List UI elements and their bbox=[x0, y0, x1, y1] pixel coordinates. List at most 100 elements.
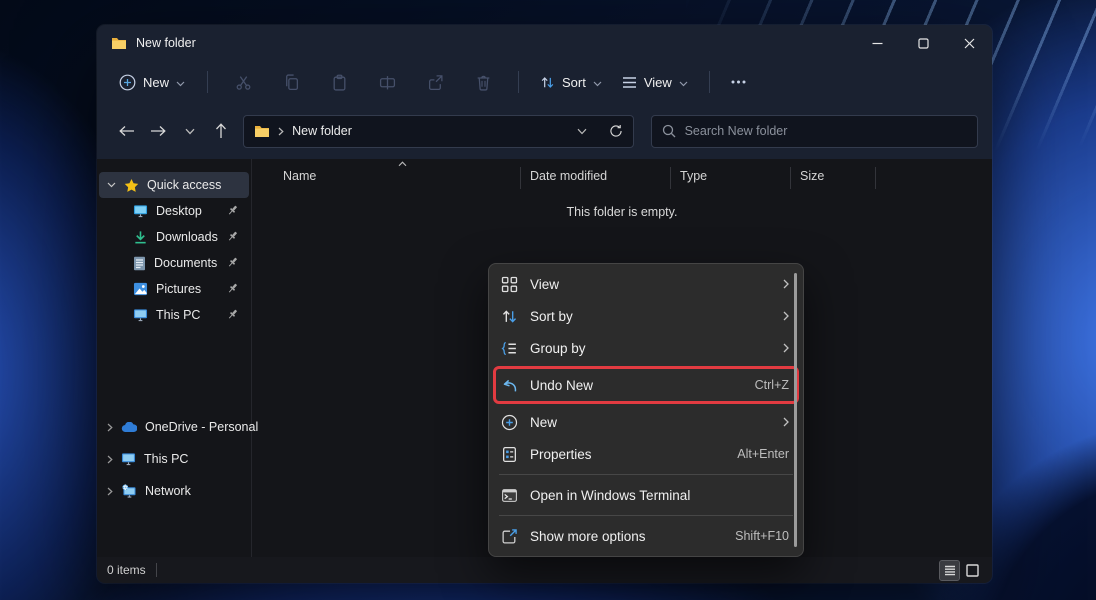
refresh-icon[interactable] bbox=[609, 124, 623, 138]
titlebar[interactable]: New folder bbox=[97, 25, 992, 61]
pin-icon bbox=[226, 204, 239, 217]
chevron-right-icon[interactable] bbox=[107, 487, 113, 496]
menu-item-label: Properties bbox=[530, 447, 725, 462]
chevron-right-icon[interactable] bbox=[107, 423, 113, 432]
menu-item-label: View bbox=[530, 277, 771, 292]
details-view-button[interactable] bbox=[940, 561, 959, 580]
pin-icon bbox=[226, 282, 239, 295]
close-button[interactable] bbox=[946, 25, 992, 61]
status-bar: 0 items bbox=[97, 557, 992, 583]
sidebar-item-this-pc-pinned[interactable]: This PC bbox=[99, 302, 249, 328]
new-button-label: New bbox=[143, 75, 169, 90]
maximize-button[interactable] bbox=[900, 25, 946, 61]
sidebar-item-label: This PC bbox=[144, 452, 188, 466]
sidebar-item-desktop[interactable]: Desktop bbox=[99, 198, 249, 224]
copy-button[interactable] bbox=[268, 67, 314, 97]
menu-scrollbar[interactable] bbox=[794, 273, 797, 547]
chevron-down-icon bbox=[176, 75, 185, 90]
column-divider[interactable] bbox=[670, 167, 671, 189]
share-button[interactable] bbox=[412, 67, 458, 97]
terminal-icon bbox=[501, 487, 518, 504]
address-bar[interactable]: New folder bbox=[243, 115, 633, 148]
sidebar-item-onedrive[interactable]: OneDrive - Personal bbox=[99, 411, 249, 443]
menu-item-shortcut: Ctrl+Z bbox=[755, 378, 789, 392]
sidebar-item-label: Desktop bbox=[156, 204, 202, 218]
view-button[interactable]: View bbox=[613, 69, 697, 96]
view-grid-icon bbox=[501, 276, 518, 293]
menu-item-group-by[interactable]: Group by bbox=[489, 332, 803, 364]
toolbar-separator bbox=[709, 71, 710, 93]
minimize-button[interactable] bbox=[854, 25, 900, 61]
search-box[interactable] bbox=[651, 115, 978, 148]
column-divider[interactable] bbox=[520, 167, 521, 189]
new-button[interactable]: New bbox=[109, 68, 195, 97]
submenu-chevron-icon bbox=[783, 311, 789, 321]
sidebar-item-label: Quick access bbox=[147, 178, 221, 192]
column-divider[interactable] bbox=[875, 167, 876, 189]
menu-item-label: Undo New bbox=[530, 378, 743, 393]
sidebar-item-pictures[interactable]: Pictures bbox=[99, 276, 249, 302]
cut-button[interactable] bbox=[220, 67, 266, 97]
toolbar-separator bbox=[518, 71, 519, 93]
search-icon bbox=[662, 124, 676, 138]
rename-button[interactable] bbox=[364, 67, 410, 97]
address-dropdown-icon[interactable] bbox=[577, 128, 587, 135]
sort-arrows-icon bbox=[540, 75, 555, 90]
chevron-right-icon[interactable] bbox=[107, 455, 113, 464]
plus-circle-icon bbox=[119, 74, 136, 91]
menu-item-show-more-options[interactable]: Show more options Shift+F10 bbox=[489, 520, 803, 552]
column-header-name[interactable]: Name bbox=[283, 169, 316, 183]
sidebar-item-downloads[interactable]: Downloads bbox=[99, 224, 249, 250]
column-header-date-modified[interactable]: Date modified bbox=[530, 169, 607, 183]
sidebar: Quick access Desktop Downloads bbox=[97, 159, 252, 557]
context-menu: View Sort by Group by Undo New Ctrl+Z bbox=[488, 263, 804, 557]
sort-button[interactable]: Sort bbox=[531, 69, 611, 96]
chevron-down-icon[interactable] bbox=[107, 182, 116, 188]
pin-icon bbox=[226, 256, 239, 269]
menu-item-shortcut: Alt+Enter bbox=[737, 447, 789, 461]
folder-icon bbox=[254, 124, 270, 138]
star-icon bbox=[124, 178, 139, 193]
toolbar-separator bbox=[207, 71, 208, 93]
sort-button-label: Sort bbox=[562, 75, 586, 90]
sidebar-item-label: Documents bbox=[154, 256, 217, 270]
empty-folder-message: This folder is empty. bbox=[252, 205, 992, 219]
item-count: 0 items bbox=[107, 563, 157, 577]
up-button[interactable] bbox=[206, 115, 238, 147]
submenu-chevron-icon bbox=[783, 343, 789, 353]
menu-item-open-in-windows-terminal[interactable]: Open in Windows Terminal bbox=[489, 479, 803, 511]
onedrive-cloud-icon bbox=[121, 422, 137, 433]
sidebar-item-this-pc[interactable]: This PC bbox=[99, 443, 249, 475]
recent-locations-button[interactable] bbox=[174, 115, 206, 147]
menu-item-properties[interactable]: Properties Alt+Enter bbox=[489, 438, 803, 470]
paste-button[interactable] bbox=[316, 67, 362, 97]
column-header-size[interactable]: Size bbox=[800, 169, 824, 183]
desktop-icon bbox=[133, 204, 148, 218]
column-header-type[interactable]: Type bbox=[680, 169, 707, 183]
sidebar-item-network[interactable]: Network bbox=[99, 475, 249, 507]
folder-icon bbox=[111, 36, 127, 50]
undo-icon bbox=[501, 377, 518, 394]
more-options-button[interactable] bbox=[722, 67, 756, 97]
menu-item-label: Group by bbox=[530, 341, 771, 356]
menu-item-undo-new[interactable]: Undo New Ctrl+Z bbox=[493, 366, 799, 404]
sidebar-item-documents[interactable]: Documents bbox=[99, 250, 249, 276]
forward-button[interactable] bbox=[143, 115, 175, 147]
menu-item-sort-by[interactable]: Sort by bbox=[489, 300, 803, 332]
menu-item-label: Open in Windows Terminal bbox=[530, 488, 789, 503]
delete-button[interactable] bbox=[460, 67, 506, 97]
menu-item-label: New bbox=[530, 415, 771, 430]
menu-item-view[interactable]: View bbox=[489, 268, 803, 300]
command-bar: New Sort bbox=[97, 61, 992, 103]
menu-item-shortcut: Shift+F10 bbox=[735, 529, 789, 543]
column-headers: Name Date modified Type Size bbox=[252, 165, 992, 191]
breadcrumb[interactable]: New folder bbox=[292, 124, 352, 138]
menu-item-label: Sort by bbox=[530, 309, 771, 324]
menu-item-new[interactable]: New bbox=[489, 406, 803, 438]
large-icons-view-button[interactable] bbox=[963, 561, 982, 580]
column-divider[interactable] bbox=[790, 167, 791, 189]
sidebar-item-quick-access[interactable]: Quick access bbox=[99, 172, 249, 198]
sidebar-item-label: OneDrive - Personal bbox=[145, 420, 258, 434]
back-button[interactable] bbox=[111, 115, 143, 147]
search-input[interactable] bbox=[685, 124, 967, 138]
